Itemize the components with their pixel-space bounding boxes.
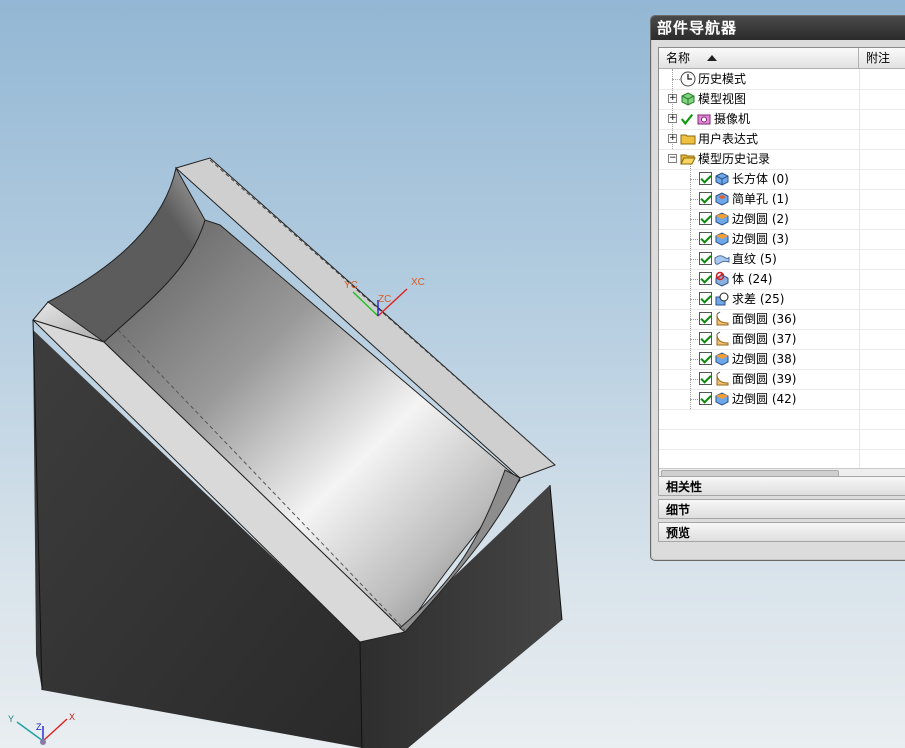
hole-icon xyxy=(715,192,729,206)
collapse-icon[interactable]: − xyxy=(668,154,677,163)
feature-label: 面倒圆 (36) xyxy=(732,312,797,326)
feature-checkbox[interactable] xyxy=(699,352,712,365)
empty-row xyxy=(659,409,905,430)
feature-checkbox[interactable] xyxy=(699,332,712,345)
triad-y-label: Y xyxy=(8,714,14,724)
feature-checkbox[interactable] xyxy=(699,292,712,305)
triad-z-label: Z xyxy=(36,722,42,732)
feature-label: 长方体 (0) xyxy=(732,172,789,186)
feature-checkbox[interactable] xyxy=(699,272,712,285)
folder-open-icon xyxy=(680,154,696,165)
edge-blend-icon xyxy=(715,212,729,226)
body-icon xyxy=(715,271,729,287)
section-preview[interactable]: 预览 xyxy=(658,522,905,542)
tree-node-model-views[interactable]: + 模型视图 xyxy=(659,89,905,110)
face-blend-icon xyxy=(716,371,729,386)
feature-row[interactable]: 直纹 (5) xyxy=(659,249,905,270)
feature-row[interactable]: 边倒圆 (42) xyxy=(659,389,905,410)
feature-row[interactable]: 面倒圆 (36) xyxy=(659,309,905,330)
tree-node-label: 摄像机 xyxy=(714,112,751,126)
empty-row xyxy=(659,429,905,450)
tree-node-label: 模型历史记录 xyxy=(698,152,771,166)
tree-node-cameras[interactable]: + 摄像机 xyxy=(659,109,905,130)
expand-icon[interactable]: + xyxy=(668,94,677,103)
tree-node-user-expressions[interactable]: + 用户表达式 xyxy=(659,129,905,150)
empty-row xyxy=(659,449,905,470)
edge-blend-icon xyxy=(715,392,729,406)
sort-ascending-icon[interactable] xyxy=(707,55,717,61)
wcs-xc-label: XC xyxy=(411,277,425,288)
face-blend-icon xyxy=(716,311,729,326)
feature-label: 直纹 (5) xyxy=(732,252,777,266)
feature-checkbox[interactable] xyxy=(699,192,712,205)
tree-node-label: 用户表达式 xyxy=(698,132,759,146)
feature-checkbox[interactable] xyxy=(699,232,712,245)
feature-checkbox[interactable] xyxy=(699,212,712,225)
check-icon xyxy=(680,113,694,126)
navigator-tree[interactable]: 名称 附注 历史模式 + 模型视图 + 摄像机 + 用户表达式 − 模型历史记录… xyxy=(658,47,905,479)
tree-node-label: 历史模式 xyxy=(698,72,747,86)
feature-checkbox[interactable] xyxy=(699,392,712,405)
folder-icon xyxy=(680,134,696,145)
column-name-header[interactable]: 名称 xyxy=(659,48,859,68)
edge-blend-icon xyxy=(715,232,729,246)
camera-icon xyxy=(697,114,711,125)
wcs-yc-label: YC xyxy=(344,280,358,291)
part-navigator-title[interactable]: 部件导航器 xyxy=(651,16,905,40)
part-navigator-panel[interactable]: 部件导航器 名称 附注 历史模式 + 模型视图 + 摄像机 + 用户表达式 − … xyxy=(650,15,905,561)
block-icon xyxy=(715,172,729,186)
feature-checkbox[interactable] xyxy=(699,172,712,185)
feature-row[interactable]: 简单孔 (1) xyxy=(659,189,905,210)
feature-label: 体 (24) xyxy=(732,272,773,286)
absolute-triad: X Y Z xyxy=(8,712,75,745)
feature-row[interactable]: 面倒圆 (39) xyxy=(659,369,905,390)
feature-row[interactable]: 边倒圆 (3) xyxy=(659,229,905,250)
triad-x-label: X xyxy=(69,712,75,722)
feature-label: 边倒圆 (2) xyxy=(732,212,789,226)
feature-checkbox[interactable] xyxy=(699,372,712,385)
feature-checkbox[interactable] xyxy=(699,312,712,325)
face-blend-icon xyxy=(716,331,729,346)
expand-icon[interactable]: + xyxy=(668,114,677,123)
model-view-icon xyxy=(681,92,695,106)
feature-label: 边倒圆 (42) xyxy=(732,392,797,406)
expand-icon[interactable]: + xyxy=(668,134,677,143)
feature-row[interactable]: 长方体 (0) xyxy=(659,169,905,190)
feature-row[interactable]: 面倒圆 (37) xyxy=(659,329,905,350)
feature-label: 面倒圆 (37) xyxy=(732,332,797,346)
tree-column-header: 名称 附注 xyxy=(659,48,905,69)
subtract-icon xyxy=(715,292,729,306)
column-note-header[interactable]: 附注 xyxy=(866,48,890,68)
section-details[interactable]: 细节 xyxy=(658,499,905,519)
clock-icon xyxy=(680,71,696,87)
feature-label: 求差 (25) xyxy=(732,292,785,306)
feature-row[interactable]: 体 (24) xyxy=(659,269,905,290)
tree-node-history-mode[interactable]: 历史模式 xyxy=(659,69,905,90)
feature-row[interactable]: 求差 (25) xyxy=(659,289,905,310)
wcs-zc-label: ZC xyxy=(378,294,391,305)
section-dependencies[interactable]: 相关性 xyxy=(658,476,905,496)
feature-label: 面倒圆 (39) xyxy=(732,372,797,386)
tree-node-model-history[interactable]: − 模型历史记录 xyxy=(659,149,905,170)
feature-label: 边倒圆 (38) xyxy=(732,352,797,366)
edge-blend-icon xyxy=(715,352,729,366)
ruled-icon xyxy=(714,255,730,265)
feature-row[interactable]: 边倒圆 (38) xyxy=(659,349,905,370)
column-name-label: 名称 xyxy=(666,51,691,65)
feature-label: 简单孔 (1) xyxy=(732,192,789,206)
feature-checkbox[interactable] xyxy=(699,252,712,265)
tree-node-label: 模型视图 xyxy=(698,92,747,106)
feature-label: 边倒圆 (3) xyxy=(732,232,789,246)
feature-row[interactable]: 边倒圆 (2) xyxy=(659,209,905,230)
